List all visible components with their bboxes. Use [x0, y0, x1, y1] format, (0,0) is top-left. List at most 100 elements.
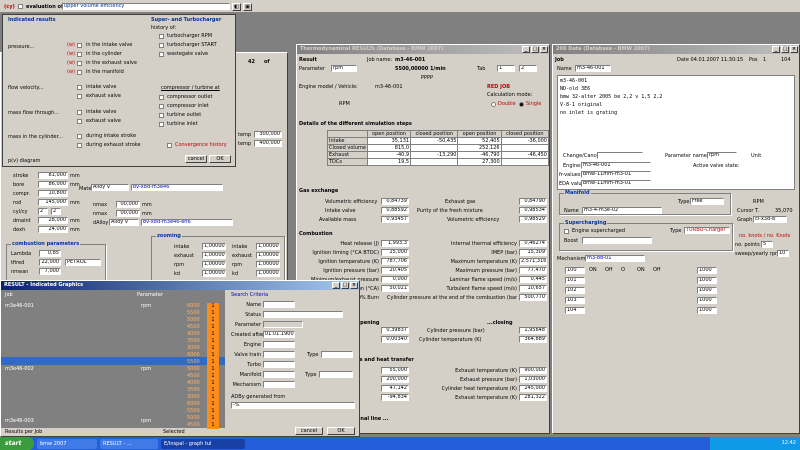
job-close-icon[interactable]: × — [790, 46, 798, 53]
massflow-opt-0[interactable]: intake valve — [86, 109, 116, 115]
value-marker[interactable]: 1 — [207, 366, 219, 373]
tc-cb-0[interactable] — [159, 34, 164, 39]
mass-opt-0[interactable]: during intake stroke — [86, 133, 136, 139]
boost-field[interactable] — [582, 237, 652, 244]
points-field[interactable]: 5 — [761, 241, 773, 248]
comb-field-nmean[interactable]: 7,000 — [39, 268, 61, 275]
graphics-cancel-button[interactable]: cancel — [295, 427, 323, 435]
value-cell[interactable]: 6000 — [187, 352, 200, 358]
zoom-field-d3[interactable]: 1,00000 — [256, 270, 280, 277]
param-field[interactable]: rpm — [331, 65, 357, 72]
flow-cb-1[interactable] — [77, 94, 82, 99]
value-marker[interactable]: 1 — [207, 338, 219, 345]
zoom-field-b3[interactable]: 1,00000 — [202, 270, 226, 277]
supercharged-label[interactable]: Engine supercharged — [572, 228, 625, 234]
massflow-opt-1[interactable]: exhaust valve — [86, 118, 121, 124]
value-cell[interactable]: 5500 — [187, 408, 200, 414]
value-cell[interactable]: 5000 — [187, 317, 200, 323]
value-marker[interactable]: 1 — [207, 324, 219, 331]
geom-field-stroke[interactable]: 81,000 — [38, 172, 68, 179]
value-cell[interactable]: 5000 — [187, 366, 200, 372]
value-cell[interactable]: 4500 — [187, 373, 200, 379]
value-marker[interactable]: 1 — [207, 310, 219, 317]
task-graph[interactable]: E/Inspal - graph tul — [161, 438, 245, 449]
job-engine-field[interactable]: m3-46-001 — [581, 162, 651, 169]
value-cell[interactable]: 5500 — [187, 310, 200, 316]
material-name-field[interactable]: bv-x8d-m3e46 — [131, 184, 223, 191]
mechanism-field[interactable]: m3-8d-01 — [585, 255, 645, 262]
super-type-dropdown[interactable]: TURBO-Charger — [684, 227, 730, 234]
job-maximize-icon[interactable]: □ — [781, 46, 789, 53]
pressure-opt-2[interactable]: in the exhaust valve — [86, 60, 137, 66]
tc-opt-0[interactable]: turbocharger RPM — [167, 33, 212, 39]
search-field-mechanism[interactable] — [263, 381, 295, 388]
gfx-maximize-icon[interactable]: □ — [341, 282, 349, 289]
value-cell[interactable]: 4000 — [187, 331, 200, 337]
value-cell[interactable]: 6000 — [187, 401, 200, 407]
value-marker[interactable]: 1 — [207, 380, 219, 387]
comp-opt-1[interactable]: compressor inlet — [167, 103, 209, 109]
convergence-label[interactable]: Convergence history — [175, 142, 227, 148]
cyl-field-b[interactable]: 2 — [51, 208, 61, 215]
toolbar-btn-1[interactable]: ◧ — [232, 3, 241, 11]
indicated-ok-button[interactable]: OK — [209, 155, 231, 163]
zoom-field-b2[interactable]: 1,00000 — [202, 261, 226, 268]
value-marker[interactable]: 1 — [207, 394, 219, 401]
value-marker[interactable]: 1 — [207, 415, 219, 422]
supercharged-cb[interactable] — [564, 229, 569, 234]
tab-field-a[interactable]: 1 — [497, 65, 515, 72]
mass-opt-1[interactable]: during exhaust stroke — [86, 142, 141, 148]
grid-row-3[interactable]: 103 — [565, 297, 585, 304]
value-cell[interactable]: 3000 — [187, 394, 200, 400]
pressure-opt-1[interactable]: in the cylinder — [86, 51, 122, 57]
list-item-5-name[interactable]: m3e46-003 — [5, 418, 34, 424]
pressure-cb-0[interactable] — [77, 43, 82, 48]
manifold-type-dropdown[interactable]: Free — [690, 198, 724, 205]
grid-row-2[interactable]: 102 — [565, 287, 585, 294]
comb-field-tfired[interactable]: 22,000 — [39, 259, 61, 266]
nmax-field-1[interactable]: 00,000 — [116, 201, 140, 208]
search-field-valve[interactable] — [263, 351, 295, 358]
calc-double-radio[interactable] — [491, 102, 496, 107]
geom-field-bore[interactable]: 86,000 — [38, 181, 68, 188]
search-type2-field[interactable] — [319, 371, 353, 378]
value-cell[interactable]: 6000 — [187, 303, 200, 309]
grid-right-4[interactable]: 1000 — [697, 307, 717, 314]
pressure-cb-3[interactable] — [77, 70, 82, 75]
from-field[interactable]: bmw-11mm-m3-01 — [581, 171, 651, 178]
nmax-field-2[interactable]: 00,000 — [116, 210, 140, 217]
sweep-field[interactable]: 10 — [777, 250, 789, 257]
massflow-cb-0[interactable] — [77, 110, 82, 115]
job-minimize-icon[interactable]: _ — [772, 46, 780, 53]
search-field-turbo[interactable] — [263, 361, 295, 368]
mass-cb-1[interactable] — [77, 143, 82, 148]
selector-dropdown[interactable]: upper volume efficiency — [62, 3, 230, 10]
value-cell[interactable]: 3500 — [187, 387, 200, 393]
geom-field-compr[interactable]: 10,800 — [38, 190, 68, 197]
zoom-field-b1[interactable]: 1,00000 — [202, 252, 226, 259]
gfx-close-icon[interactable]: × — [350, 282, 358, 289]
comb-fuel-dropdown[interactable]: PETROL — [65, 259, 101, 266]
comp-opt-0[interactable]: compressor outlet — [167, 94, 212, 100]
search-field-param[interactable] — [263, 321, 303, 328]
grid-row-0[interactable]: 100 — [565, 267, 585, 274]
temp-field-2[interactable]: 400,000 — [254, 140, 282, 147]
zoom-field-b0[interactable]: 1,00000 — [202, 243, 226, 250]
job-list[interactable]: Job Parameter m3e46-001 rpm m3e46-002 rp… — [1, 290, 225, 429]
zoom-field-d2[interactable]: 1,00000 — [256, 261, 280, 268]
tc-cb-1[interactable] — [159, 43, 164, 48]
pressure-cb-2[interactable] — [77, 61, 82, 66]
toolbar-btn-2[interactable]: ▣ — [243, 3, 252, 11]
value-marker[interactable]: 1 — [207, 352, 219, 359]
flow-opt-1[interactable]: exhaust valve — [86, 93, 121, 99]
geom-field-rod[interactable]: 145,000 — [38, 199, 68, 206]
calc-single-radio[interactable] — [519, 102, 524, 107]
cyl-field-a[interactable]: 2 — [38, 208, 48, 215]
grid-row-1[interactable]: 101 — [565, 277, 585, 284]
value-marker[interactable]: 1 — [207, 408, 219, 415]
comp-opt-3[interactable]: turbine inlet — [167, 121, 198, 127]
value-marker[interactable]: 1 — [207, 387, 219, 394]
indicated-cancel-button[interactable]: cancel — [185, 155, 207, 163]
toolbar-checkbox[interactable] — [18, 4, 23, 9]
value-marker[interactable]: 1 — [207, 422, 219, 429]
